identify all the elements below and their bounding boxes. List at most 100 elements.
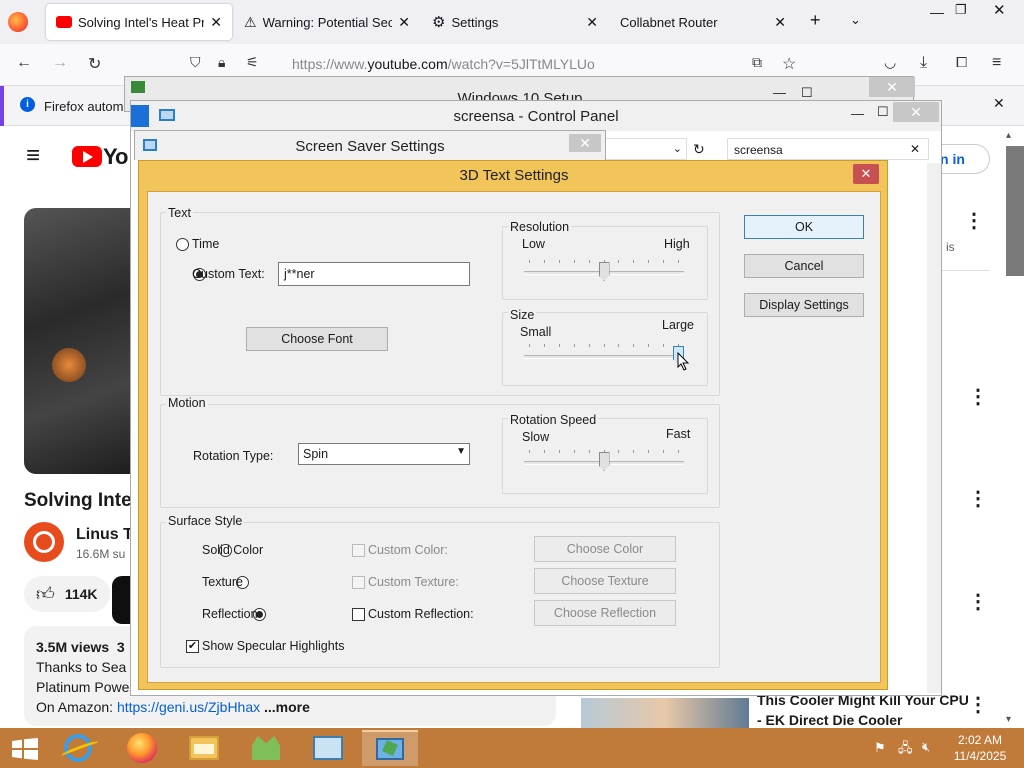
custom-texture-checkbox[interactable] bbox=[352, 576, 365, 589]
screen-saver-taskbar-icon[interactable] bbox=[362, 730, 418, 766]
close-notification-icon[interactable]: ✕ bbox=[993, 95, 1005, 112]
flag-icon[interactable]: ⚑ bbox=[874, 740, 886, 756]
resolution-slider[interactable] bbox=[524, 254, 684, 284]
close-window-icon[interactable]: ✕ bbox=[993, 1, 1006, 19]
choose-font-button[interactable]: Choose Font bbox=[246, 327, 388, 351]
youtube-logo-icon[interactable] bbox=[72, 146, 102, 167]
page-scrollbar[interactable] bbox=[1006, 146, 1024, 276]
close-tab-icon[interactable]: ✕ bbox=[774, 14, 786, 31]
more-link[interactable]: ...more bbox=[264, 699, 310, 715]
close-tab-icon[interactable]: ✕ bbox=[586, 14, 598, 31]
specular-highlights-checkbox[interactable]: ✔ bbox=[186, 640, 199, 653]
more-actions-icon[interactable]: ⋮ bbox=[968, 692, 988, 717]
recommended-thumbnail[interactable] bbox=[581, 698, 749, 728]
back-icon[interactable]: ← bbox=[16, 54, 32, 72]
list-tabs-icon[interactable]: ⌄ bbox=[850, 12, 861, 28]
tab-youtube[interactable]: Solving Intel's Heat Prob ✕ bbox=[46, 4, 232, 40]
screen-saver-settings-window: Screen Saver Settings ✕ bbox=[134, 130, 606, 160]
reload-icon[interactable]: ↻ bbox=[88, 54, 101, 74]
description-link[interactable]: https://geni.us/ZjbHhax bbox=[117, 699, 260, 715]
internet-explorer-icon[interactable] bbox=[50, 730, 106, 766]
file-explorer-icon[interactable] bbox=[176, 730, 232, 766]
control-panel-taskbar-icon[interactable] bbox=[300, 730, 356, 766]
yt-menu-icon[interactable]: ≡ bbox=[26, 144, 40, 168]
custom-color-checkbox[interactable] bbox=[352, 544, 365, 557]
video-player[interactable] bbox=[24, 208, 134, 474]
permissions-icon[interactable]: ⚟ bbox=[246, 54, 259, 71]
search-input[interactable]: screensa ✕ bbox=[727, 138, 929, 160]
refresh-icon[interactable]: ↻ bbox=[693, 141, 705, 158]
hamburger-menu-icon[interactable]: ≡ bbox=[992, 54, 1001, 72]
recommended-title[interactable]: - EK Direct Die Cooler bbox=[757, 712, 902, 728]
cancel-button[interactable]: Cancel bbox=[744, 254, 864, 278]
scroll-down-icon[interactable]: ▾ bbox=[1006, 714, 1011, 725]
slider-tick bbox=[678, 450, 679, 453]
bookmark-star-icon[interactable]: ☆ bbox=[782, 54, 796, 74]
ok-button[interactable]: OK bbox=[744, 215, 864, 239]
slider-tick bbox=[618, 450, 620, 453]
choose-texture-button[interactable]: Choose Texture bbox=[534, 568, 676, 594]
lock-icon[interactable]: 🔒︎ bbox=[218, 54, 225, 71]
more-actions-icon[interactable]: ⋮ bbox=[968, 384, 988, 409]
close-window-icon[interactable]: ✕ bbox=[569, 134, 601, 152]
extensions-icon[interactable]: ⧠ bbox=[956, 54, 967, 71]
channel-name[interactable]: Linus T bbox=[76, 526, 133, 544]
maximize-icon[interactable]: ☐ bbox=[801, 85, 813, 101]
youtube-logo-text: Yo bbox=[103, 144, 129, 169]
forward-icon[interactable]: → bbox=[52, 54, 68, 72]
video-frame-glow bbox=[52, 348, 86, 382]
more-actions-icon[interactable]: ⋮ bbox=[964, 208, 984, 233]
slider-tick bbox=[648, 450, 650, 453]
time-radio[interactable] bbox=[176, 238, 189, 251]
rotation-type-select[interactable]: Spin ▼ bbox=[298, 443, 470, 465]
minimize-icon[interactable]: — bbox=[773, 85, 786, 100]
more-actions-icon[interactable]: ⋮ bbox=[968, 589, 988, 614]
display-settings-button[interactable]: Display Settings bbox=[744, 293, 864, 317]
tab-collabnet[interactable]: Collabnet Router ✕ bbox=[610, 4, 796, 40]
new-tab-icon[interactable]: + bbox=[810, 10, 821, 31]
custom-reflection-checkbox[interactable] bbox=[352, 608, 365, 621]
start-button[interactable] bbox=[12, 738, 38, 760]
custom-text-input[interactable]: j**ner bbox=[278, 262, 470, 286]
tab-warning[interactable]: ⚠ Warning: Potential Secur ✕ bbox=[234, 4, 420, 40]
firefox-menu-icon[interactable] bbox=[8, 12, 28, 32]
close-window-icon[interactable]: ✕ bbox=[869, 77, 915, 97]
more-actions-icon[interactable]: ⋮ bbox=[968, 486, 988, 511]
youtube-favicon-icon bbox=[56, 16, 72, 28]
clock[interactable]: 2:02 AM 11/4/2025 bbox=[950, 732, 1010, 764]
pocket-icon[interactable]: ◡ bbox=[884, 54, 896, 71]
choose-reflection-button[interactable]: Choose Reflection bbox=[534, 600, 676, 626]
channel-avatar[interactable] bbox=[24, 522, 64, 562]
restore-icon[interactable]: ❐ bbox=[955, 2, 967, 18]
choose-color-button[interactable]: Choose Color bbox=[534, 536, 676, 562]
slider-tick bbox=[618, 260, 620, 263]
url-field[interactable]: https://www.youtube.com/watch?v=5JlTtMLY… bbox=[292, 56, 595, 72]
close-tab-icon[interactable]: ✕ bbox=[210, 14, 222, 31]
close-dialog-icon[interactable]: ✕ bbox=[853, 164, 879, 184]
chevron-down-icon: ⌄ bbox=[672, 143, 682, 155]
cp-scrollbar[interactable] bbox=[927, 163, 941, 693]
volume-muted-icon[interactable]: 🔇︎ bbox=[922, 739, 930, 755]
minimize-icon[interactable]: — bbox=[930, 4, 944, 20]
tab-settings[interactable]: ⚙ Settings ✕ bbox=[422, 4, 608, 40]
address-dropdown[interactable]: ⌄ bbox=[605, 138, 687, 160]
rotation-speed-slider[interactable] bbox=[524, 446, 684, 476]
clear-search-icon[interactable]: ✕ bbox=[910, 142, 920, 156]
firefox-icon[interactable] bbox=[114, 730, 170, 766]
like-button[interactable]: 👍︎ 114K bbox=[24, 576, 110, 612]
maximize-icon[interactable]: ☐ bbox=[877, 104, 889, 120]
picture-in-picture-icon[interactable]: ⧉ bbox=[752, 54, 762, 71]
scroll-up-icon[interactable]: ▴ bbox=[1006, 130, 1011, 141]
setup-icon[interactable] bbox=[238, 730, 294, 766]
network-icon[interactable]: 🖧︎ bbox=[898, 739, 913, 761]
specular-highlights-label: Show Specular Highlights bbox=[202, 639, 345, 653]
close-window-icon[interactable]: ✕ bbox=[893, 102, 939, 122]
minimize-icon[interactable]: — bbox=[851, 106, 864, 121]
download-icon[interactable]: ⤓ bbox=[920, 54, 927, 72]
subscribe-button[interactable] bbox=[112, 576, 132, 624]
size-slider[interactable] bbox=[524, 340, 684, 370]
sign-in-button[interactable]: n in bbox=[940, 144, 990, 174]
resolution-low-label: Low bbox=[522, 237, 545, 251]
close-tab-icon[interactable]: ✕ bbox=[398, 14, 410, 31]
shield-icon[interactable]: ⛉ bbox=[190, 54, 201, 71]
